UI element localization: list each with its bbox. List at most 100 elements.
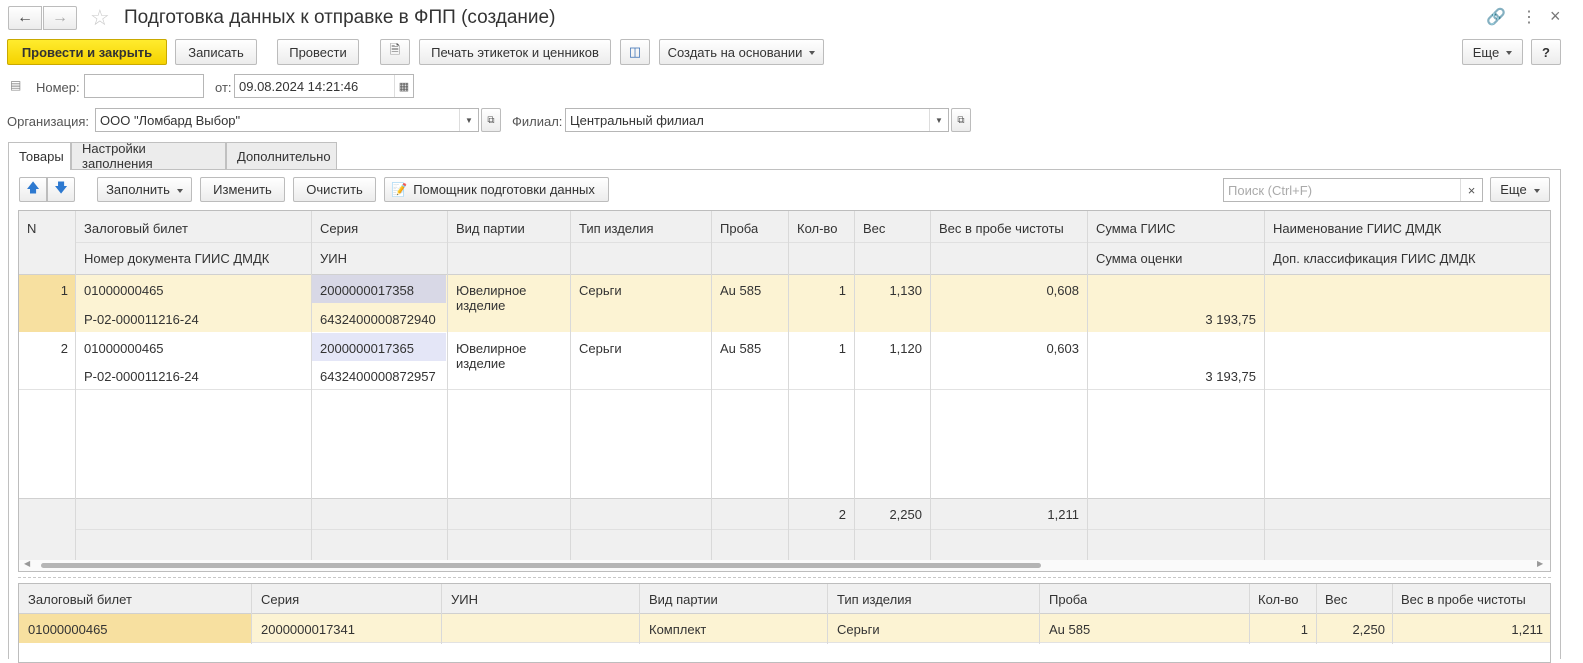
series-cell[interactable]: 2000000017341 [261, 622, 355, 637]
fill-button[interactable]: Заполнить [97, 177, 192, 202]
probe-cell[interactable]: Au 585 [720, 341, 761, 356]
help-button[interactable]: ? [1531, 39, 1561, 65]
organization-field[interactable]: ООО "Ломбард Выбор" [95, 108, 479, 132]
type-cell[interactable]: Серьги [579, 341, 622, 356]
change-button[interactable]: Изменить [200, 177, 285, 202]
pure-cell[interactable]: 1,211 [1393, 622, 1543, 637]
branch-open-button[interactable]: ⧉ [951, 108, 971, 132]
search-clear-icon[interactable]: × [1460, 179, 1482, 201]
lower-col-series[interactable]: Серия [261, 592, 299, 607]
weight-cell[interactable]: 1,130 [855, 283, 922, 298]
scrollbar-thumb[interactable] [41, 563, 1041, 568]
move-up-button[interactable]: 🡅 [19, 177, 47, 202]
organization-dropdown-icon[interactable]: ▼ [459, 109, 478, 131]
doc-cell[interactable]: Р-02-000011216-24 [84, 369, 199, 384]
weight-cell[interactable]: 1,120 [855, 341, 922, 356]
lower-col-ticket[interactable]: Залоговый билет [28, 592, 132, 607]
col-header-name-giis[interactable]: Наименование ГИИС ДМДК [1273, 221, 1441, 236]
col-header-batch[interactable]: Вид партии [456, 221, 525, 236]
lower-col-weight[interactable]: Вес [1325, 592, 1347, 607]
link-icon[interactable]: 🔗 [1486, 7, 1506, 27]
close-icon[interactable]: × [1550, 6, 1561, 27]
pure-cell[interactable]: 0,608 [931, 283, 1079, 298]
qty-cell[interactable]: 1 [1250, 622, 1308, 637]
series-cell[interactable]: 2000000017365 [320, 341, 414, 356]
weight-cell[interactable]: 2,250 [1317, 622, 1385, 637]
scroll-right-icon[interactable]: ▶ [1537, 559, 1543, 568]
print-settings-button[interactable]: 🗎 [380, 39, 410, 65]
batch-cell[interactable]: Ювелирное изделие [456, 341, 556, 371]
batch-cell[interactable]: Ювелирное изделие [456, 283, 556, 313]
comment-icon[interactable]: ▤ [10, 78, 21, 92]
type-cell[interactable]: Серьги [837, 622, 880, 637]
col-header-series[interactable]: Серия [320, 221, 358, 236]
save-button[interactable]: Записать [175, 39, 257, 65]
move-down-button[interactable]: 🡇 [47, 177, 75, 202]
create-based-button[interactable]: Создать на основании [659, 39, 824, 65]
col-header-n[interactable]: N [27, 221, 36, 236]
post-and-close-button[interactable]: Провести и закрыть [7, 39, 167, 65]
probe-cell[interactable]: Au 585 [720, 283, 761, 298]
col-header-ticket[interactable]: Залоговый билет [84, 221, 188, 236]
post-button[interactable]: Провести [277, 39, 359, 65]
date-field[interactable]: 09.08.2024 14:21:46 [234, 74, 414, 98]
forward-button[interactable]: → [43, 6, 77, 30]
clear-button[interactable]: Очистить [293, 177, 376, 202]
col-header-sum-giis[interactable]: Сумма ГИИС [1096, 221, 1176, 236]
col-header-class-giis[interactable]: Доп. классификация ГИИС ДМДК [1273, 251, 1476, 266]
tab-goods[interactable]: Товары [8, 142, 71, 170]
sets-table[interactable]: Залоговый билет Серия УИН Вид партии Тип… [18, 583, 1551, 663]
uin-cell[interactable]: 6432400000872957 [320, 369, 436, 384]
back-button[interactable]: ← [8, 6, 42, 30]
type-cell[interactable]: Серьги [579, 283, 622, 298]
uin-cell[interactable]: 6432400000872940 [320, 312, 436, 327]
more-button[interactable]: Еще [1462, 39, 1523, 65]
more-vertical-icon[interactable]: ⋮ [1521, 7, 1537, 27]
favorite-star-icon[interactable]: ☆ [90, 5, 110, 31]
horizontal-scrollbar[interactable]: ◀ ▶ [19, 559, 1550, 571]
doc-cell[interactable]: Р-02-000011216-24 [84, 312, 199, 327]
table-row[interactable] [19, 333, 1550, 390]
lower-col-batch[interactable]: Вид партии [649, 592, 718, 607]
col-header-sum-est[interactable]: Сумма оценки [1096, 251, 1182, 266]
lower-col-qty[interactable]: Кол-во [1258, 592, 1298, 607]
structure-button[interactable]: ◫ [620, 39, 650, 65]
col-header-type[interactable]: Тип изделия [579, 221, 654, 236]
data-helper-button[interactable]: 📝 Помощник подготовки данных [384, 177, 609, 202]
pure-cell[interactable]: 0,603 [931, 341, 1079, 356]
table-more-button[interactable]: Еще [1490, 177, 1550, 202]
col-header-pure[interactable]: Вес в пробе чистоты [939, 221, 1064, 236]
calendar-icon[interactable]: ▦ [394, 75, 413, 97]
organization-open-button[interactable]: ⧉ [481, 108, 501, 132]
print-labels-button[interactable]: Печать этикеток и ценников [419, 39, 611, 65]
lower-col-uin[interactable]: УИН [451, 592, 478, 607]
number-field[interactable] [84, 74, 204, 98]
probe-cell[interactable]: Au 585 [1049, 622, 1090, 637]
ticket-cell[interactable]: 01000000465 [84, 341, 164, 356]
batch-cell[interactable]: Комплект [649, 622, 706, 637]
qty-cell[interactable]: 1 [789, 283, 846, 298]
table-row[interactable] [19, 275, 1550, 332]
lower-col-type[interactable]: Тип изделия [837, 592, 912, 607]
splitter[interactable] [18, 577, 1551, 578]
lower-col-pure[interactable]: Вес в пробе чистоты [1401, 592, 1526, 607]
sum-est-cell[interactable]: 3 193,75 [1088, 312, 1256, 327]
tab-additional[interactable]: Дополнительно [226, 142, 337, 169]
scroll-left-icon[interactable]: ◀ [24, 559, 30, 568]
col-header-probe[interactable]: Проба [720, 221, 758, 236]
goods-table[interactable]: N Залоговый билет Номер документа ГИИС Д… [18, 210, 1551, 572]
ticket-cell[interactable]: 01000000465 [84, 283, 164, 298]
qty-cell[interactable]: 1 [789, 341, 846, 356]
col-header-doc[interactable]: Номер документа ГИИС ДМДК [84, 251, 269, 266]
tab-fill-settings[interactable]: Настройки заполнения [71, 141, 226, 171]
col-header-qty[interactable]: Кол-во [797, 221, 837, 236]
ticket-cell[interactable]: 01000000465 [28, 622, 108, 637]
col-header-weight[interactable]: Вес [863, 221, 885, 236]
col-header-uin[interactable]: УИН [320, 251, 347, 266]
series-cell[interactable]: 2000000017358 [320, 283, 414, 298]
search-input[interactable]: Поиск (Ctrl+F) [1223, 178, 1483, 202]
branch-dropdown-icon[interactable]: ▼ [929, 109, 948, 131]
lower-col-probe[interactable]: Проба [1049, 592, 1087, 607]
branch-field[interactable]: Центральный филиал [565, 108, 949, 132]
sum-est-cell[interactable]: 3 193,75 [1088, 369, 1256, 384]
